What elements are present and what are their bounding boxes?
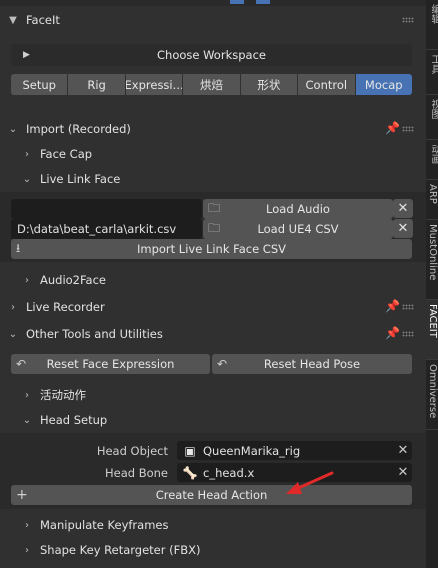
- sidebar-tab-mustonline[interactable]: MustOnline: [426, 220, 438, 300]
- tab-expressions[interactable]: Expressi...: [125, 74, 183, 95]
- choose-workspace-button[interactable]: ▶ Choose Workspace: [11, 44, 412, 66]
- shape-key-retargeter-header[interactable]: › Shape Key Retargeter (FBX): [0, 538, 426, 562]
- chevron-right-icon: ›: [25, 519, 29, 531]
- load-ue4-csv-button[interactable]: 🗀 Load UE4 CSV: [203, 219, 393, 239]
- red-arrow-annotation: [286, 471, 334, 494]
- tab-control[interactable]: Control: [298, 74, 355, 95]
- live-recorder-header[interactable]: › Live Recorder 📌: [0, 295, 426, 319]
- plus-icon: +: [16, 487, 28, 503]
- head-object-label: Head Object: [96, 444, 168, 458]
- tab-shapes[interactable]: 形状: [240, 74, 298, 95]
- close-icon: ✕: [397, 201, 409, 216]
- audio-path-field[interactable]: [11, 199, 202, 219]
- clear-audio-button[interactable]: ✕: [393, 199, 413, 218]
- reset-icon: ↶: [16, 357, 27, 371]
- tab-bake[interactable]: 烘焙: [183, 74, 240, 95]
- import-recorded-header[interactable]: ⌄ Import (Recorded) 📌: [0, 117, 426, 141]
- reset-head-pose-button[interactable]: ↶ Reset Head Pose: [212, 354, 412, 374]
- clear-csv-button[interactable]: ✕: [393, 219, 413, 238]
- drag-handle-icon[interactable]: [402, 304, 414, 310]
- chevron-right-icon: ›: [25, 274, 29, 286]
- load-audio-button[interactable]: 🗀 Load Audio: [203, 199, 393, 219]
- other-tools-header[interactable]: ⌄ Other Tools and Utilities 📌: [0, 322, 426, 346]
- close-icon[interactable]: ✕: [394, 443, 412, 458]
- live-link-face-header[interactable]: ⌄ Live Link Face: [0, 167, 426, 191]
- tab-mocap[interactable]: Mocap: [355, 74, 412, 95]
- sidebar-tab-tools[interactable]: 工具: [426, 50, 438, 95]
- object-icon: ▣: [184, 443, 196, 458]
- head-setup-header[interactable]: ⌄ Head Setup: [0, 408, 426, 432]
- faceit-panel: ▼ FaceIt ▶ Choose Workspace Setup Rig Ex…: [0, 0, 426, 568]
- sidebar-tab-arp[interactable]: ARP: [426, 180, 438, 220]
- folder-icon: 🗀: [208, 220, 221, 235]
- reset-icon: ↶: [217, 357, 228, 371]
- tab-setup[interactable]: Setup: [11, 74, 68, 95]
- close-icon: ✕: [397, 221, 409, 236]
- chevron-down-icon: ⌄: [22, 173, 32, 185]
- audio2face-header[interactable]: › Audio2Face: [0, 268, 426, 292]
- sidebar-tab-view[interactable]: 视图: [426, 95, 438, 140]
- sidebar-tab-edit[interactable]: 编辑: [426, 0, 438, 50]
- activity-header[interactable]: › 活动动作: [0, 383, 426, 407]
- chevron-right-icon: ›: [25, 148, 29, 160]
- close-icon[interactable]: ✕: [394, 465, 412, 480]
- panel-title: FaceIt: [26, 13, 60, 27]
- pin-icon[interactable]: 📌: [385, 299, 400, 313]
- chevron-right-icon: ›: [25, 389, 29, 401]
- csv-path-field[interactable]: D:\data\beat_carla\arkit.csv: [11, 219, 202, 239]
- drag-handle-icon[interactable]: [402, 17, 414, 23]
- chevron-down-icon: ⌄: [8, 123, 18, 135]
- chevron-right-icon: ›: [25, 544, 29, 556]
- sidebar-tabs: 编辑 工具 视图 动画 ARP MustOnline FACEIT Omnive…: [426, 0, 438, 568]
- play-icon: ▶: [23, 50, 30, 60]
- top-strip: [0, 0, 426, 6]
- sidebar-tab-faceit[interactable]: FACEIT: [426, 300, 438, 360]
- sidebar-tab-animation[interactable]: 动画: [426, 140, 438, 180]
- chevron-down-icon: ⌄: [22, 414, 32, 426]
- head-bone-label: Head Bone: [104, 466, 168, 480]
- faceit-header[interactable]: ▼ FaceIt: [0, 8, 426, 32]
- import-live-link-csv-button[interactable]: ⭳ Import Live Link Face CSV: [11, 239, 412, 259]
- chevron-right-icon: ›: [11, 301, 15, 313]
- drag-handle-icon[interactable]: [402, 331, 414, 337]
- create-head-action-button[interactable]: + Create Head Action: [11, 485, 412, 505]
- head-object-field[interactable]: ▣ QueenMarika_rig ✕: [177, 441, 412, 460]
- face-cap-header[interactable]: › Face Cap: [0, 142, 426, 166]
- folder-icon: 🗀: [208, 200, 221, 215]
- chevron-down-icon: ▼: [9, 14, 17, 26]
- import-icon: ⭳: [16, 240, 21, 255]
- pin-icon[interactable]: 📌: [385, 121, 400, 135]
- drag-handle-icon[interactable]: [402, 126, 414, 132]
- sidebar-tab-omniverse[interactable]: Omniverse: [426, 360, 438, 430]
- chevron-down-icon: ⌄: [8, 328, 18, 340]
- manipulate-keyframes-header[interactable]: › Manipulate Keyframes: [0, 513, 426, 537]
- tab-rig[interactable]: Rig: [68, 74, 125, 95]
- workspace-tabs: Setup Rig Expressi... 烘焙 形状 Control Moca…: [11, 74, 412, 95]
- bone-icon: 🦴: [182, 465, 198, 480]
- reset-face-expression-button[interactable]: ↶ Reset Face Expression: [11, 354, 210, 374]
- pin-icon[interactable]: 📌: [385, 326, 400, 340]
